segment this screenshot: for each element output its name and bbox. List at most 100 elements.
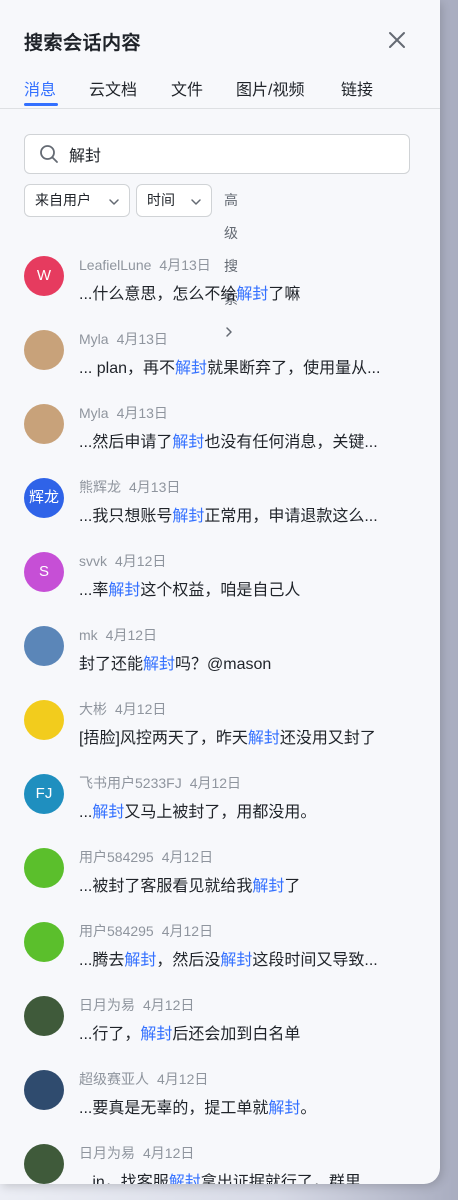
result-item[interactable]: 日月为易 4月12日 ...in，找客服解封拿出证据就行了，群里... (0, 1134, 440, 1184)
tab-images-videos[interactable]: 图片/视频 (236, 76, 304, 100)
snippet-text: ...要真是无辜的，提工单就 (79, 1100, 269, 1117)
message-snippet: [捂脸]风控两天了，昨天解封还没用又封了 (79, 724, 414, 748)
keyword-highlight: 解封 (140, 1026, 173, 1043)
snippet-text: ...我只想账号 (79, 508, 173, 525)
snippet-text: 也没有任何消息，关键... (204, 434, 378, 451)
keyword-highlight: 解封 (92, 804, 125, 821)
keyword-highlight: 解封 (108, 582, 141, 599)
keyword-highlight: 解封 (172, 434, 205, 451)
message-snippet: ...然后申请了解封也没有任何消息，关键... (79, 428, 414, 452)
result-item[interactable]: Myla 4月13日 ... plan，再不解封就果断弃了，使用量从... (0, 320, 440, 394)
time-filter[interactable]: 时间 (136, 184, 212, 217)
message-date: 4月13日 (116, 405, 168, 421)
keyword-highlight: 解封 (247, 730, 280, 747)
search-icon (40, 145, 58, 163)
keyword-highlight: 解封 (168, 1174, 201, 1184)
keyword-highlight: 解封 (236, 286, 269, 303)
keyword-highlight: 解封 (172, 508, 205, 525)
result-meta: svvk 4月12日 (79, 551, 166, 571)
tab-messages[interactable]: 消息 (24, 76, 56, 100)
snippet-text: ... (79, 804, 93, 821)
sender-name: 大彬 (79, 701, 107, 717)
active-tab-indicator (24, 103, 58, 106)
sender-name: 用户584295 (79, 923, 154, 939)
message-snippet: ...行了，解封后还会加到白名单 (79, 1020, 414, 1044)
message-date: 4月13日 (116, 331, 168, 347)
message-snippet: ...我只想账号解封正常用，申请退款这么... (79, 502, 414, 526)
message-date: 4月12日 (115, 701, 167, 717)
result-item[interactable]: 日月为易 4月12日 ...行了，解封后还会加到白名单 (0, 986, 440, 1060)
avatar: FJ (24, 774, 64, 814)
result-meta: LeafielLune 4月13日 (79, 255, 211, 275)
snippet-text: ...行了， (79, 1026, 141, 1043)
snippet-text: ...什么意思，怎么不给 (79, 286, 237, 303)
tab-files[interactable]: 文件 (171, 76, 203, 100)
snippet-text: 吗？@mason (175, 656, 272, 673)
search-chat-panel: 搜索会话内容 消息 云文档 文件 图片/视频 链接 来自用户 时间 高级搜索 (0, 0, 440, 1184)
chevron-down-icon (109, 199, 119, 205)
message-snippet: 封了还能解封吗？@mason (79, 650, 414, 674)
message-snippet: ...in，找客服解封拿出证据就行了，群里... (79, 1168, 414, 1184)
close-icon[interactable] (386, 29, 408, 51)
result-item[interactable]: 用户584295 4月12日 ...腾去解封，然后没解封这段时间又导致... (0, 912, 440, 986)
avatar (24, 1144, 64, 1184)
snippet-text: ...腾去 (79, 952, 125, 969)
result-item[interactable]: 用户584295 4月12日 ...被封了客服看见就给我解封了 (0, 838, 440, 912)
sender-name: mk (79, 627, 98, 643)
tab-links[interactable]: 链接 (341, 76, 373, 100)
snippet-text: 正常用，申请退款这么... (204, 508, 378, 525)
snippet-text: ...然后申请了 (79, 434, 173, 451)
search-box (24, 134, 410, 174)
from-user-filter-label: 来自用户 (35, 192, 91, 208)
result-item[interactable]: Myla 4月13日 ...然后申请了解封也没有任何消息，关键... (0, 394, 440, 468)
search-input[interactable] (69, 143, 389, 165)
message-date: 4月12日 (161, 923, 214, 939)
result-meta: Myla 4月13日 (79, 329, 168, 349)
tab-cloud-docs[interactable]: 云文档 (89, 76, 137, 100)
message-date: 4月12日 (161, 849, 214, 865)
result-meta: Myla 4月13日 (79, 403, 168, 423)
message-snippet: ...腾去解封，然后没解封这段时间又导致... (79, 946, 414, 970)
snippet-text: 这个权益，咱是自己人 (140, 582, 301, 599)
tab-bar: 消息 云文档 文件 图片/视频 链接 (0, 76, 440, 109)
message-snippet: ...什么意思，怎么不给解封了嘛 (79, 280, 414, 304)
keyword-highlight: 解封 (268, 1100, 301, 1117)
result-meta: 大彬 4月12日 (79, 699, 166, 719)
snippet-text: ，然后没 (156, 952, 221, 969)
avatar: 辉龙 (24, 478, 64, 518)
avatar (24, 404, 64, 444)
snippet-text: 后还会加到白名单 (172, 1026, 301, 1043)
snippet-text: 拿出证据就行了，群里... (200, 1174, 375, 1184)
result-meta: 用户584295 4月12日 (79, 847, 213, 867)
sender-name: Myla (79, 405, 109, 421)
result-meta: 熊辉龙 4月13日 (79, 477, 180, 497)
avatar (24, 626, 64, 666)
avatar (24, 848, 64, 888)
message-snippet: ...要真是无辜的，提工单就解封。 (79, 1094, 414, 1118)
message-date: 4月12日 (143, 997, 195, 1013)
message-date: 4月13日 (129, 479, 181, 495)
sender-name: 日月为易 (79, 997, 135, 1013)
message-snippet: ...解封又马上被封了，用都没用。 (79, 798, 414, 822)
result-item[interactable]: Ssvvk 4月12日 ...率解封这个权益，咱是自己人 (0, 542, 440, 616)
result-item[interactable]: 超级赛亚人 4月12日 ...要真是无辜的，提工单就解封。 (0, 1060, 440, 1134)
message-date: 4月12日 (189, 775, 242, 791)
message-date: 4月13日 (159, 257, 211, 273)
result-meta: 日月为易 4月12日 (79, 995, 194, 1015)
snippet-text: ... plan，再不 (79, 360, 176, 377)
message-date: 4月12日 (105, 627, 158, 643)
panel-title: 搜索会话内容 (24, 33, 142, 54)
result-item[interactable]: W LeafielLune 4月13日 ...什么意思，怎么不给解封了嘛 (0, 246, 440, 320)
message-date: 4月12日 (143, 1145, 195, 1161)
search-results-list: W LeafielLune 4月13日 ...什么意思，怎么不给解封了嘛 Myla 4月1… (0, 246, 440, 1184)
snippet-text: [捂脸]风控两天了，昨天 (79, 730, 248, 747)
panel-header: 搜索会话内容 (24, 28, 416, 54)
snippet-text: 就果断弃了，使用量从... (207, 360, 381, 377)
keyword-highlight: 解封 (143, 656, 176, 673)
from-user-filter[interactable]: 来自用户 (24, 184, 130, 217)
result-item[interactable]: mk 4月12日封了还能解封吗？@mason (0, 616, 440, 690)
result-item[interactable]: FJ 飞书用户5233FJ 4月12日 ...解封又马上被封了，用都没用。 (0, 764, 440, 838)
result-item[interactable]: 辉龙 熊辉龙 4月13日 ...我只想账号解封正常用，申请退款这么... (0, 468, 440, 542)
result-item[interactable]: 大彬 4月12日 [捂脸]风控两天了，昨天解封还没用又封了 (0, 690, 440, 764)
result-meta: 日月为易 4月12日 (79, 1143, 194, 1163)
